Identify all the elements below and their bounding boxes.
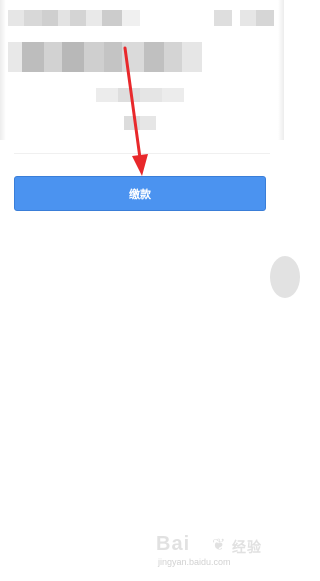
redacted-amount: [124, 116, 156, 130]
divider: [14, 153, 270, 154]
payment-page: 缴款 Bai ❦ 经验 jingyan.baidu.com: [0, 0, 300, 581]
watermark-brand: Bai: [156, 533, 191, 555]
right-edge-shadow: [278, 0, 284, 140]
redacted-title: [8, 42, 202, 72]
pay-button[interactable]: 缴款: [14, 176, 266, 211]
redacted-header-action: [240, 10, 274, 26]
pay-button-label: 缴款: [129, 188, 151, 201]
side-floating-handle[interactable]: [270, 256, 300, 298]
redacted-header-icon: [214, 10, 232, 26]
left-edge-shadow: [0, 0, 6, 140]
watermark-suffix: 经验: [232, 539, 262, 555]
watermark-site: jingyan.baidu.com: [158, 557, 231, 567]
paw-icon: ❦: [212, 537, 226, 554]
redacted-subtitle: [96, 88, 184, 102]
redacted-header-text: [8, 10, 140, 26]
watermark: Bai ❦ 经验 jingyan.baidu.com: [156, 533, 266, 573]
